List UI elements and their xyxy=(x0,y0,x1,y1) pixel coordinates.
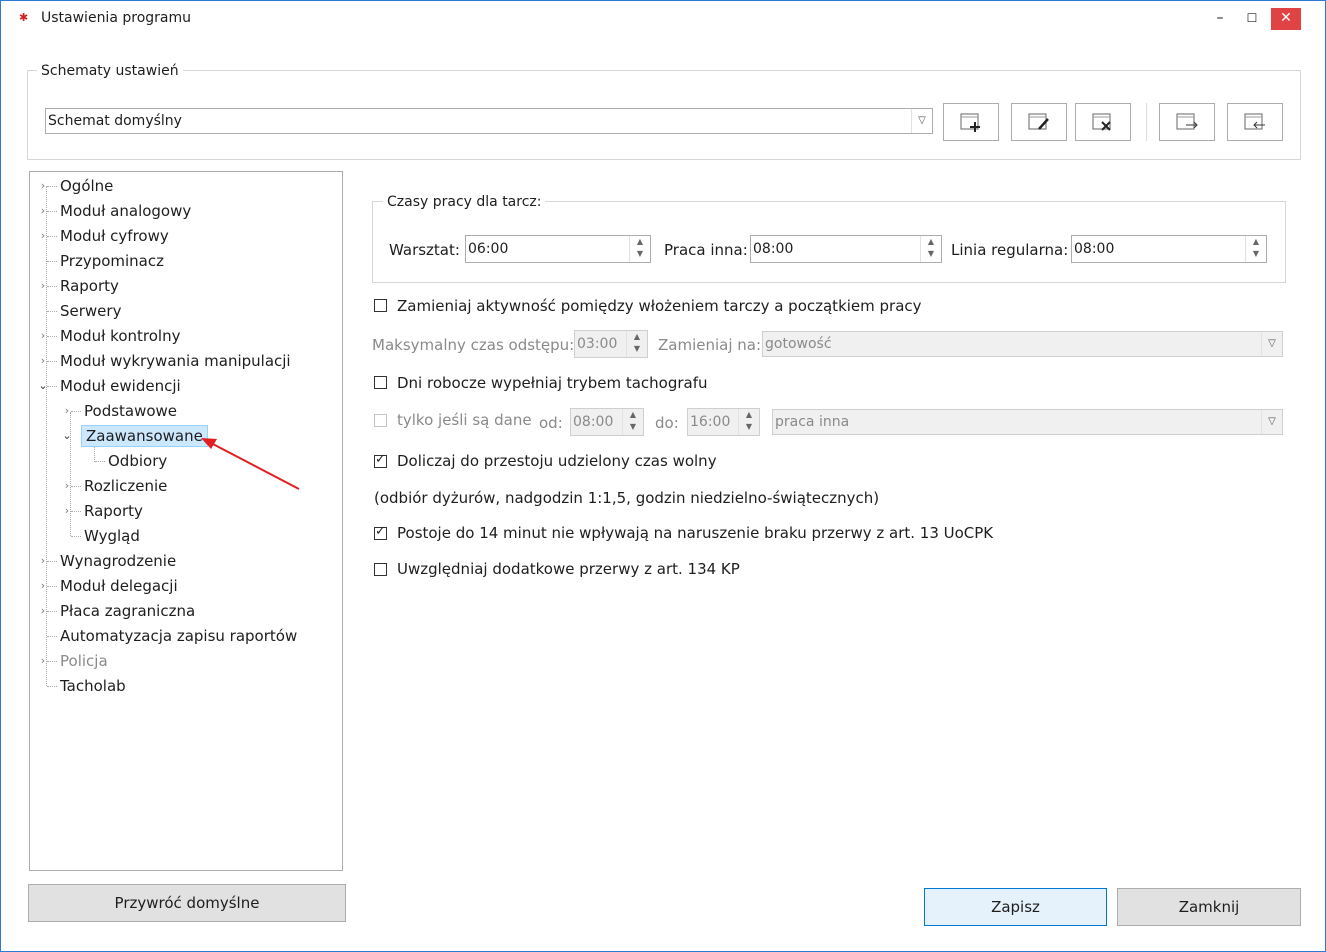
mode-value: praca inna xyxy=(775,414,850,430)
tree-item-raporty[interactable]: Raporty xyxy=(60,275,119,297)
only-if-data-checkbox xyxy=(374,414,387,427)
linia-regularna-time-input[interactable]: 08:00 ▲ ▼ xyxy=(1071,235,1267,263)
restore-defaults-button[interactable]: Przywróć domyślne xyxy=(28,884,346,922)
workdays-label: Dni robocze wypełniaj trybem tachografu xyxy=(397,374,708,392)
tree-item-placa-zagraniczna[interactable]: Płaca zagraniczna xyxy=(60,600,195,622)
add-scheme-icon xyxy=(960,113,980,132)
linia-regularna-time-value: 08:00 xyxy=(1074,241,1115,257)
tree-item-raporty-ewidencji[interactable]: Raporty xyxy=(84,500,143,522)
tree-item-tacholab[interactable]: Tacholab xyxy=(60,675,126,697)
save-button[interactable]: Zapisz xyxy=(924,888,1107,926)
tree-item-modul-analogowy[interactable]: Moduł analogowy xyxy=(60,200,191,222)
praca-inna-label: Praca inna: xyxy=(664,241,748,259)
to-time-input: 16:00 ▲ ▼ xyxy=(687,408,760,436)
from-label: od: xyxy=(539,414,563,432)
warsztat-time-input[interactable]: 06:00 ▲ ▼ xyxy=(465,235,651,263)
max-gap-label: Maksymalny czas odstępu: xyxy=(372,336,575,354)
tree-item-ogolne[interactable]: Ogólne xyxy=(60,175,113,197)
max-gap-value: 03:00 xyxy=(577,336,618,352)
extra-breaks-label: Uwzględniaj dodatkowe przerwy z art. 134… xyxy=(397,560,740,578)
from-time-input: 08:00 ▲ ▼ xyxy=(570,408,644,436)
praca-inna-time-input[interactable]: 08:00 ▲ ▼ xyxy=(750,235,942,263)
to-time-value: 16:00 xyxy=(690,414,731,430)
warsztat-time-value: 06:00 xyxy=(468,241,509,257)
warsztat-label: Warsztat: xyxy=(389,241,460,259)
edit-scheme-button[interactable] xyxy=(1011,103,1067,141)
schemes-legend: Schematy ustawień xyxy=(37,63,183,79)
tree-item-wynagrodzenie[interactable]: Wynagrodzenie xyxy=(60,550,176,572)
close-button[interactable]: Zamknij xyxy=(1117,888,1301,926)
praca-inna-time-value: 08:00 xyxy=(753,241,794,257)
from-time-value: 08:00 xyxy=(573,414,614,430)
tree-item-automatyzacja-zapisu-raportow[interactable]: Automatyzacja zapisu raportów xyxy=(60,625,297,647)
window-title: Ustawienia programu xyxy=(41,10,191,26)
chevron-down-icon: ▽ xyxy=(1261,410,1282,434)
extra-breaks-checkbox[interactable] xyxy=(374,563,387,576)
replace-with-label: Zamieniaj na: xyxy=(658,336,762,354)
only-if-data-label: tylko jeśli są dane xyxy=(397,411,532,429)
linia-regularna-label: Linia regularna: xyxy=(951,241,1069,259)
tree-item-modul-ewidencji[interactable]: Moduł ewidencji xyxy=(60,375,181,397)
spinner-arrows-icon: ▲ ▼ xyxy=(622,409,643,435)
scheme-select-value: Schemat domyślny xyxy=(48,113,182,129)
tree-item-rozliczenie[interactable]: Rozliczenie xyxy=(84,475,167,497)
add-scheme-button[interactable] xyxy=(943,103,999,141)
spinner-arrows-icon[interactable]: ▲ ▼ xyxy=(629,236,650,262)
tree-item-przypominacz[interactable]: Przypominacz xyxy=(60,250,164,272)
edit-scheme-icon xyxy=(1028,113,1049,130)
spinner-arrows-icon[interactable]: ▲ ▼ xyxy=(1245,236,1266,262)
mode-select: praca inna ▽ xyxy=(772,409,1283,435)
minimize-button[interactable]: – xyxy=(1205,8,1235,30)
tree-item-modul-cyfrowy[interactable]: Moduł cyfrowy xyxy=(60,225,169,247)
free-time-note: (odbiór dyżurów, nadgodzin 1:1,5, godzin… xyxy=(374,489,880,507)
replace-activity-label: Zamieniaj aktywność pomiędzy włożeniem t… xyxy=(397,297,922,315)
add-free-time-label: Doliczaj do przestoju udzielony czas wol… xyxy=(397,452,717,470)
max-gap-input: 03:00 ▲ ▼ xyxy=(574,330,648,358)
add-free-time-checkbox[interactable] xyxy=(374,452,387,468)
workdays-checkbox[interactable] xyxy=(374,376,387,389)
annotation-arrow-icon xyxy=(201,438,300,490)
to-label: do: xyxy=(655,414,679,432)
delete-scheme-button[interactable] xyxy=(1075,103,1131,141)
replace-activity-checkbox[interactable] xyxy=(374,299,387,312)
scheme-select[interactable]: Schemat domyślny ▽ xyxy=(45,108,933,134)
replace-with-value: gotowość xyxy=(765,336,832,352)
maximize-button[interactable]: ☐ xyxy=(1237,8,1267,30)
tree-item-modul-delegacji[interactable]: Moduł delegacji xyxy=(60,575,178,597)
stops-14-label: Postoje do 14 minut nie wpływają na naru… xyxy=(397,524,994,542)
close-window-button[interactable]: ✕ xyxy=(1271,8,1301,30)
chevron-down-icon: ▽ xyxy=(1261,332,1282,356)
spinner-arrows-icon[interactable]: ▲ ▼ xyxy=(920,236,941,262)
settings-tree[interactable]: › Ogólne › Moduł analogowy › Moduł cyfro… xyxy=(29,171,343,871)
import-scheme-button[interactable] xyxy=(1227,103,1283,141)
title-bar: ✱ Ustawienia programu – ☐ ✕ xyxy=(1,1,1325,37)
toolbar-separator xyxy=(1146,103,1147,141)
import-scheme-icon xyxy=(1244,113,1265,130)
tree-item-zaawansowane[interactable]: Zaawansowane xyxy=(81,425,208,447)
replace-with-select: gotowość ▽ xyxy=(762,331,1283,357)
settings-window: ✱ Ustawienia programu – ☐ ✕ Schematy ust… xyxy=(0,0,1326,952)
tree-item-modul-kontrolny[interactable]: Moduł kontrolny xyxy=(60,325,180,347)
app-logo-icon: ✱ xyxy=(19,11,29,24)
stops-14-checkbox[interactable] xyxy=(374,524,387,540)
chevron-down-icon: ▽ xyxy=(911,109,932,133)
tree-item-odbiory[interactable]: Odbiory xyxy=(108,450,167,472)
dialog-body: Schematy ustawień Schemat domyślny ▽ › O… xyxy=(11,37,1317,943)
tree-item-serwery[interactable]: Serwery xyxy=(60,300,121,322)
delete-scheme-icon xyxy=(1092,113,1111,131)
spinner-arrows-icon: ▲ ▼ xyxy=(738,409,759,435)
tree-item-policja[interactable]: Policja xyxy=(60,650,108,672)
export-scheme-button[interactable] xyxy=(1159,103,1215,141)
work-times-legend: Czasy pracy dla tarcz: xyxy=(383,194,546,210)
tree-item-wyglad[interactable]: Wygląd xyxy=(84,525,140,547)
spinner-arrows-icon: ▲ ▼ xyxy=(626,331,647,357)
tree-item-podstawowe[interactable]: Podstawowe xyxy=(84,400,177,422)
export-scheme-icon xyxy=(1176,113,1198,130)
tree-item-modul-wykrywania-manipulacji[interactable]: Moduł wykrywania manipulacji xyxy=(60,350,291,372)
collapse-icon[interactable]: ⌄ xyxy=(62,425,72,447)
